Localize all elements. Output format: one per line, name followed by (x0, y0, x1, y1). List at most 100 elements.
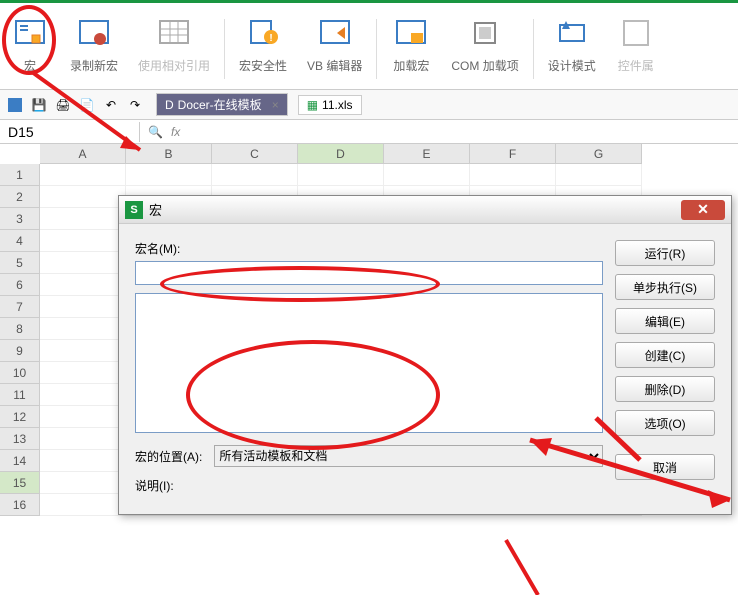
cell[interactable] (40, 230, 126, 252)
ribbon-label: 设计模式 (548, 57, 596, 74)
cell[interactable] (556, 164, 642, 186)
close-icon[interactable]: × (272, 98, 279, 112)
load-macro-icon (391, 13, 431, 53)
cell[interactable] (40, 252, 126, 274)
vb-editor-icon (315, 13, 355, 53)
col-header[interactable]: F (470, 144, 556, 164)
cell[interactable] (40, 318, 126, 340)
delete-button[interactable]: 删除(D) (615, 376, 715, 402)
tab-file[interactable]: ▦ 11.xls (298, 95, 362, 115)
ribbon-macro-security[interactable]: ! 宏安全性 (229, 11, 297, 76)
row-header[interactable]: 4 (0, 230, 40, 252)
ribbon-com-addins[interactable]: COM 加载项 (441, 11, 528, 76)
row-header[interactable]: 8 (0, 318, 40, 340)
redo-btn[interactable]: ↷ (124, 94, 146, 116)
cell[interactable] (40, 362, 126, 384)
fx-label[interactable]: fx (171, 125, 180, 139)
cancel-button[interactable]: 取消 (615, 454, 715, 480)
ribbon-vb-editor[interactable]: VB 编辑器 (297, 11, 372, 76)
step-button[interactable]: 单步执行(S) (615, 274, 715, 300)
cell[interactable] (40, 472, 126, 494)
cell-reference[interactable]: D15 (0, 122, 140, 142)
dialog-titlebar[interactable]: S 宏 ✕ (119, 196, 731, 224)
row-header[interactable]: 3 (0, 208, 40, 230)
cell[interactable] (298, 164, 384, 186)
row-header[interactable]: 5 (0, 252, 40, 274)
divider (376, 19, 377, 79)
row-header[interactable]: 16 (0, 494, 40, 516)
app-icon: S (125, 201, 143, 219)
control-props-icon (616, 13, 656, 53)
macro-dialog: S 宏 ✕ 宏名(M): 宏的位置(A): 所有活动模板和文档 说明(I): 运… (118, 195, 732, 515)
cell[interactable] (40, 274, 126, 296)
cell[interactable] (384, 164, 470, 186)
cell[interactable] (40, 406, 126, 428)
relative-ref-icon (154, 13, 194, 53)
row-header[interactable]: 13 (0, 428, 40, 450)
menu-btn[interactable] (4, 94, 26, 116)
cell[interactable] (40, 494, 126, 516)
ribbon-relative-ref[interactable]: 使用相对引用 (128, 11, 220, 76)
row-header[interactable]: 11 (0, 384, 40, 406)
print-btn[interactable]: 🖨 (52, 94, 74, 116)
row-header[interactable]: 14 (0, 450, 40, 472)
ribbon-label: 使用相对引用 (138, 57, 210, 74)
row-header[interactable]: 2 (0, 186, 40, 208)
dialog-title-text: 宏 (149, 200, 681, 219)
ribbon-record-macro[interactable]: 录制新宏 (60, 11, 128, 76)
ribbon-load-macro[interactable]: 加载宏 (381, 11, 441, 76)
cell[interactable] (40, 186, 126, 208)
ribbon-label: 宏安全性 (239, 57, 287, 74)
col-header[interactable]: D (298, 144, 384, 164)
ribbon-label: COM 加载项 (451, 57, 518, 74)
row-header[interactable]: 9 (0, 340, 40, 362)
row-header[interactable]: 15 (0, 472, 40, 494)
macro-name-input[interactable] (135, 261, 603, 285)
description-label: 说明(I): (135, 477, 603, 494)
ribbon-design-mode[interactable]: 设计模式 (538, 11, 606, 76)
row-header[interactable]: 7 (0, 296, 40, 318)
edit-button[interactable]: 编辑(E) (615, 308, 715, 334)
security-icon: ! (243, 13, 283, 53)
cell[interactable] (40, 208, 126, 230)
cell[interactable] (40, 428, 126, 450)
row-header[interactable]: 1 (0, 164, 40, 186)
row-header[interactable]: 6 (0, 274, 40, 296)
svg-text:!: ! (269, 33, 272, 44)
location-label: 宏的位置(A): (135, 448, 202, 465)
row-header[interactable]: 12 (0, 406, 40, 428)
ribbon-label: 宏 (24, 57, 36, 74)
cell[interactable] (40, 450, 126, 472)
location-select[interactable]: 所有活动模板和文档 (214, 445, 603, 467)
undo-btn[interactable]: ↶ (100, 94, 122, 116)
col-header[interactable]: A (40, 144, 126, 164)
cell[interactable] (40, 340, 126, 362)
search-icon[interactable]: 🔍 (148, 125, 163, 139)
ribbon-control-props[interactable]: 控件属 (606, 11, 666, 76)
run-button[interactable]: 运行(R) (615, 240, 715, 266)
cell[interactable] (212, 164, 298, 186)
col-header[interactable]: G (556, 144, 642, 164)
options-button[interactable]: 选项(O) (615, 410, 715, 436)
dialog-close-btn[interactable]: ✕ (681, 200, 725, 220)
ribbon-label: 加载宏 (393, 57, 429, 74)
cell[interactable] (40, 164, 126, 186)
col-header[interactable]: B (126, 144, 212, 164)
save-btn[interactable]: 💾 (28, 94, 50, 116)
ribbon-macro[interactable]: 宏 (0, 11, 60, 76)
divider (224, 19, 225, 79)
cell[interactable] (470, 164, 556, 186)
cell[interactable] (126, 164, 212, 186)
cell[interactable] (40, 384, 126, 406)
ribbon-label: VB 编辑器 (307, 57, 362, 74)
docer-icon: D (165, 98, 174, 112)
create-button[interactable]: 创建(C) (615, 342, 715, 368)
row-header[interactable]: 10 (0, 362, 40, 384)
col-header[interactable]: C (212, 144, 298, 164)
preview-btn[interactable]: 📄 (76, 94, 98, 116)
col-header[interactable]: E (384, 144, 470, 164)
cell[interactable] (40, 296, 126, 318)
tab-docer[interactable]: D Docer-在线模板 × (156, 93, 288, 116)
macro-list[interactable] (135, 293, 603, 433)
com-addins-icon (465, 13, 505, 53)
